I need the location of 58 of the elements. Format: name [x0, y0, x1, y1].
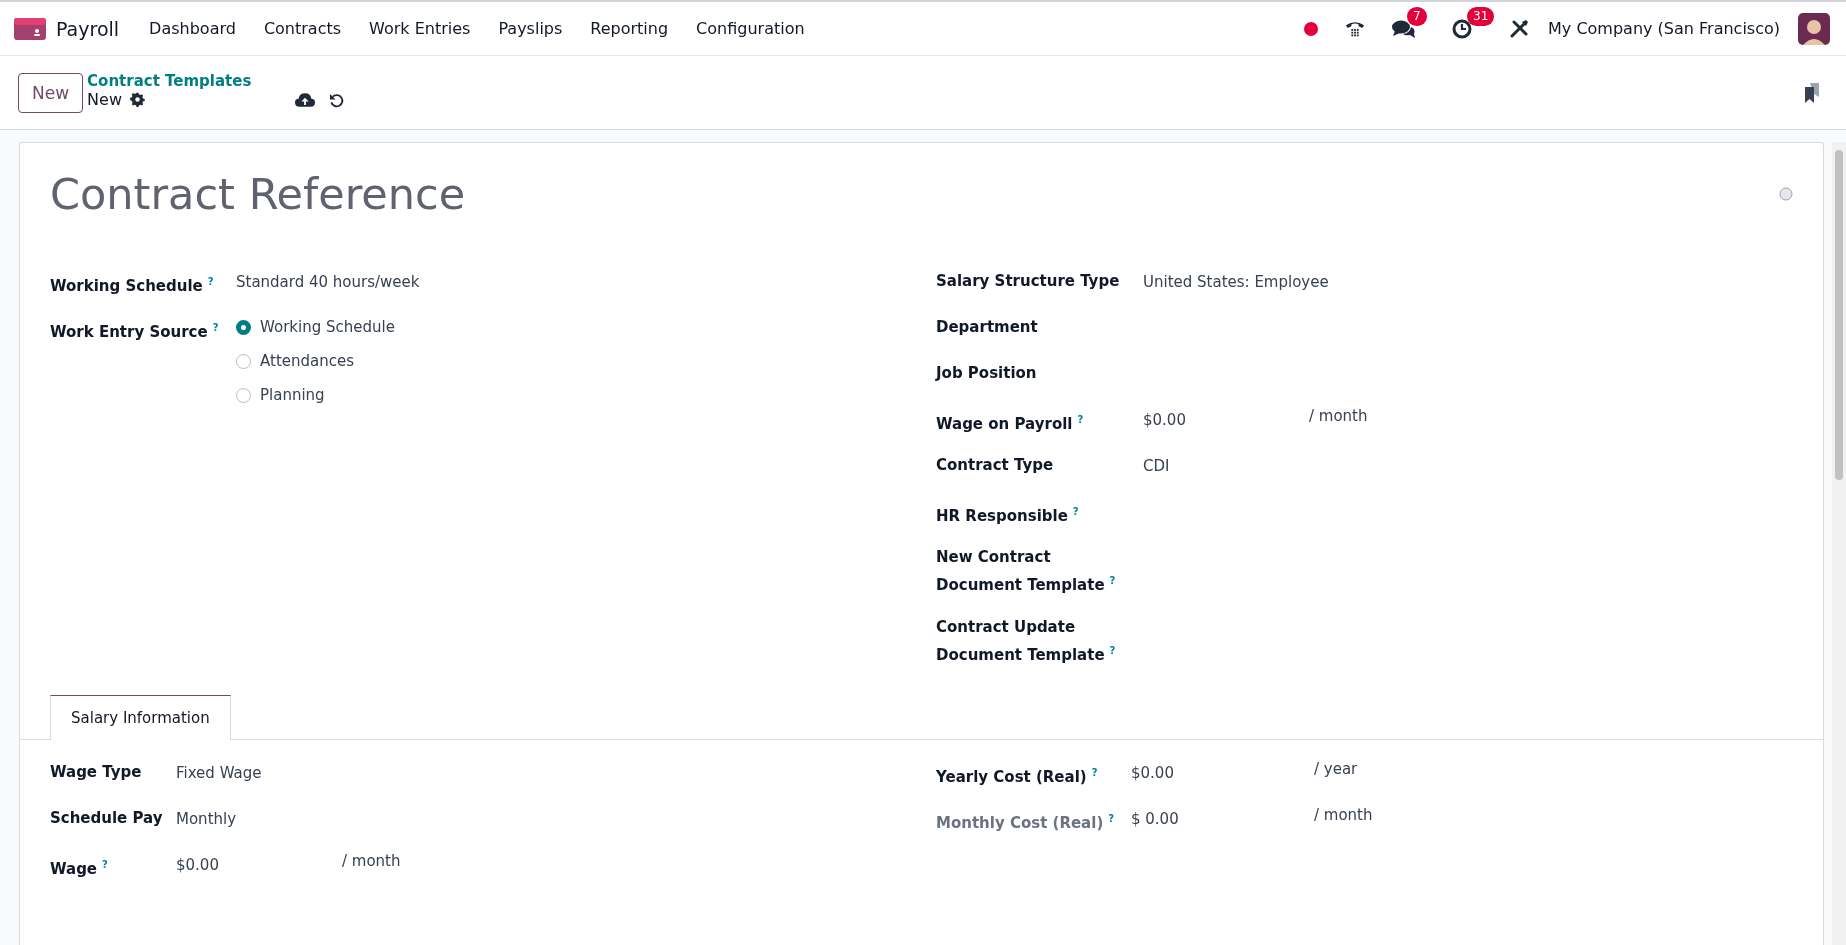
settings-icon[interactable] [130, 92, 145, 107]
field-label: Working Schedule $^{?}$ [50, 275, 215, 297]
field-label: Contract Type [936, 455, 1055, 476]
menu-item[interactable]: Reporting [576, 19, 683, 38]
new-button[interactable]: New [18, 72, 84, 113]
undo-icon[interactable] [329, 93, 345, 108]
unit-label: / month [1309, 407, 1368, 425]
field-value[interactable]: CDI [1143, 453, 1170, 478]
field-value[interactable]: Monthly [176, 806, 237, 831]
field-label: Job Position [936, 363, 1038, 384]
app-name[interactable]: Payroll [56, 17, 120, 40]
menu-item[interactable]: Contracts [249, 19, 356, 38]
radio-option[interactable]: Planning [236, 385, 395, 405]
menu-item[interactable]: Payslips [484, 19, 577, 38]
field-value[interactable]: United States: Employee [1143, 269, 1329, 294]
field-label: Wage Type [50, 762, 143, 783]
field-label: Monthly Cost (Real) $^{?}$ [936, 812, 1116, 834]
field-label: Department [936, 317, 1039, 338]
scrollbar[interactable] [1832, 142, 1846, 945]
field-label: HR Responsible $^{?}$ [936, 505, 1080, 527]
field-label: New Contract Document Template $^{?}$ [936, 547, 1116, 596]
unit-label: / year [1314, 760, 1358, 778]
unit-label: / month [1314, 806, 1373, 824]
field-value[interactable]: $0.00 [1143, 407, 1309, 432]
menu-item[interactable]: Work Entries [355, 19, 485, 38]
breadcrumb-current: New [87, 90, 122, 109]
bookmark-icon[interactable] [1804, 82, 1820, 103]
menu-item[interactable]: Configuration [682, 19, 819, 38]
field-label: Work Entry Source $^{?}$ [50, 321, 220, 343]
contract-name-field[interactable]: Contract Reference [50, 169, 466, 219]
notification-badge: 31 [1467, 6, 1495, 26]
unit-label: / month [342, 852, 401, 870]
radio-option[interactable]: Working Schedule [236, 317, 395, 337]
breadcrumb-link[interactable]: Contract Templates [87, 72, 252, 90]
field-label: Yearly Cost (Real) $^{?}$ [936, 766, 1099, 788]
field-label: Wage on Payroll $^{?}$ [936, 413, 1085, 435]
status-dot-icon[interactable] [1304, 21, 1319, 36]
radio-button[interactable] [236, 319, 251, 335]
field-value[interactable]: $0.00 [1131, 760, 1314, 785]
app-logo-icon[interactable] [14, 17, 46, 40]
field-label: Contract Update Document Template $^{?}$ [936, 617, 1116, 666]
user-avatar-icon[interactable] [1798, 12, 1830, 45]
notification-badge: 7 [1407, 6, 1427, 26]
cloud-upload-icon[interactable] [295, 93, 316, 108]
radio-button[interactable] [236, 387, 251, 403]
chat-icon[interactable] [1392, 18, 1417, 39]
field-label: Wage $^{?}$ [50, 858, 109, 880]
menu-item[interactable]: Dashboard [135, 19, 250, 38]
radio-button[interactable] [236, 353, 251, 369]
field-value[interactable]: Standard 40 hours/week [236, 269, 420, 294]
clock-icon[interactable] [1452, 18, 1473, 39]
field-label: Schedule Pay [50, 808, 164, 829]
radio-option[interactable]: Attendances [236, 351, 395, 371]
notebook-tab[interactable]: Salary Information [50, 695, 231, 740]
field-value[interactable]: Fixed Wage [176, 760, 262, 785]
field-value[interactable]: $0.00 [176, 852, 342, 877]
field-label: Salary Structure Type [936, 271, 1121, 292]
company-switcher[interactable]: My Company (San Francisco) [1548, 19, 1780, 38]
